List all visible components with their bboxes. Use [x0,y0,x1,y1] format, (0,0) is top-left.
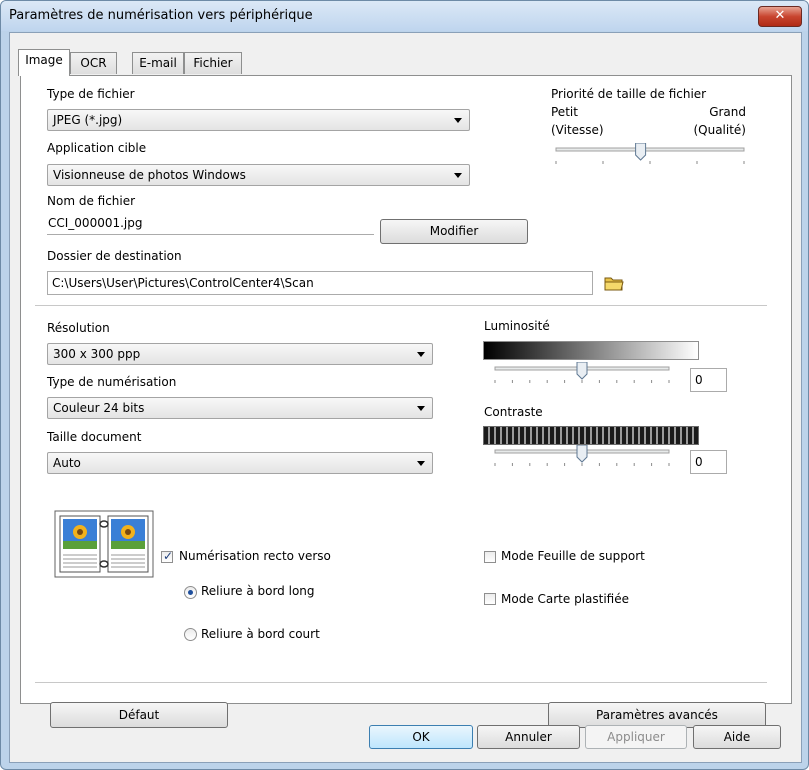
slider-thumb [576,361,588,380]
plastic-card-label: Mode Carte plastifiée [501,592,629,606]
tab-email[interactable]: E-mail [132,52,184,74]
separator [35,305,767,307]
duplex-checkbox[interactable]: ✓ [161,549,174,563]
document-size-label: Taille document [47,430,142,444]
short-edge-label: Reliure à bord court [201,627,320,641]
chevron-down-icon [454,173,462,178]
tab-fichier[interactable]: Fichier [184,52,242,74]
folder-icon [604,277,624,291]
resolution-select[interactable]: 300 x 300 ppp [47,343,433,365]
destination-label: Dossier de destination [47,249,182,263]
contrast-label: Contraste [484,405,543,419]
brightness-label: Luminosité [484,319,550,333]
slider-thumb [635,142,647,161]
plastic-card-checkbox[interactable] [484,593,496,605]
file-size-priority-title: Priorité de taille de fichier [551,87,707,101]
scan-type-label: Type de numérisation [47,375,177,389]
tab-image[interactable]: Image [18,49,70,76]
short-edge-radio[interactable] [184,628,197,641]
dialog-client: Image OCR E-mail Fichier Type de fichier… [9,32,802,763]
chevron-down-icon [454,118,462,123]
tab-panel-image: Type de fichier JPEG (*.jpg) Application… [20,75,792,728]
file-size-small-label: Petit [551,105,578,119]
resolution-label: Résolution [47,321,110,335]
close-button[interactable]: ✕ [758,6,802,27]
carrier-sheet-label: Mode Feuille de support [501,549,645,563]
long-edge-label: Reliure à bord long [201,584,315,598]
target-app-select[interactable]: Visionneuse de photos Windows [47,164,470,186]
contrast-slider[interactable] [489,444,675,471]
contrast-pattern [483,426,699,445]
dialog-window: Paramètres de numérisation vers périphér… [0,0,809,770]
modify-button[interactable]: Modifier [380,219,528,244]
file-size-quality-label: (Qualité) [693,123,746,137]
file-type-label: Type de fichier [47,87,135,101]
brightness-gradient [483,341,699,360]
cancel-button[interactable]: Annuler [477,725,580,749]
long-edge-radio[interactable] [184,586,197,599]
chevron-down-icon [417,406,425,411]
scan-type-select[interactable]: Couleur 24 bits [47,397,433,419]
brightness-slider[interactable] [489,361,675,388]
file-size-speed-label: (Vitesse) [551,123,604,137]
chevron-down-icon [417,461,425,466]
window-title: Paramètres de numérisation vers périphér… [9,8,313,23]
file-name-field[interactable]: CCI_000001.jpg [47,213,374,235]
contrast-value-field[interactable]: 0 [690,450,727,474]
title-bar[interactable]: Paramètres de numérisation vers périphér… [1,1,808,31]
separator [35,682,767,684]
close-icon: ✕ [774,8,786,23]
slider-track [555,147,745,152]
apply-button[interactable]: Appliquer [585,725,687,749]
help-button[interactable]: Aide [693,725,781,749]
slider-thumb [576,444,588,463]
destination-field[interactable]: C:\Users\User\Pictures\ControlCenter4\Sc… [47,271,593,295]
carrier-sheet-checkbox[interactable] [484,551,496,563]
file-size-large-label: Grand [709,105,746,119]
ok-button[interactable]: OK [369,725,473,749]
target-app-label: Application cible [47,141,147,155]
checkmark-icon: ✓ [163,549,174,563]
file-type-select[interactable]: JPEG (*.jpg) [47,109,470,131]
tab-ocr[interactable]: OCR [70,52,117,74]
duplex-illustration [54,510,154,578]
document-size-select[interactable]: Auto [47,452,433,474]
duplex-book-icon [54,510,154,578]
chevron-down-icon [417,352,425,357]
default-button[interactable]: Défaut [50,702,228,728]
file-size-slider[interactable] [550,142,750,169]
browse-folder-button[interactable] [602,272,626,294]
duplex-label: Numérisation recto verso [179,549,331,563]
brightness-value-field[interactable]: 0 [690,368,727,392]
file-name-label: Nom de fichier [47,194,136,208]
